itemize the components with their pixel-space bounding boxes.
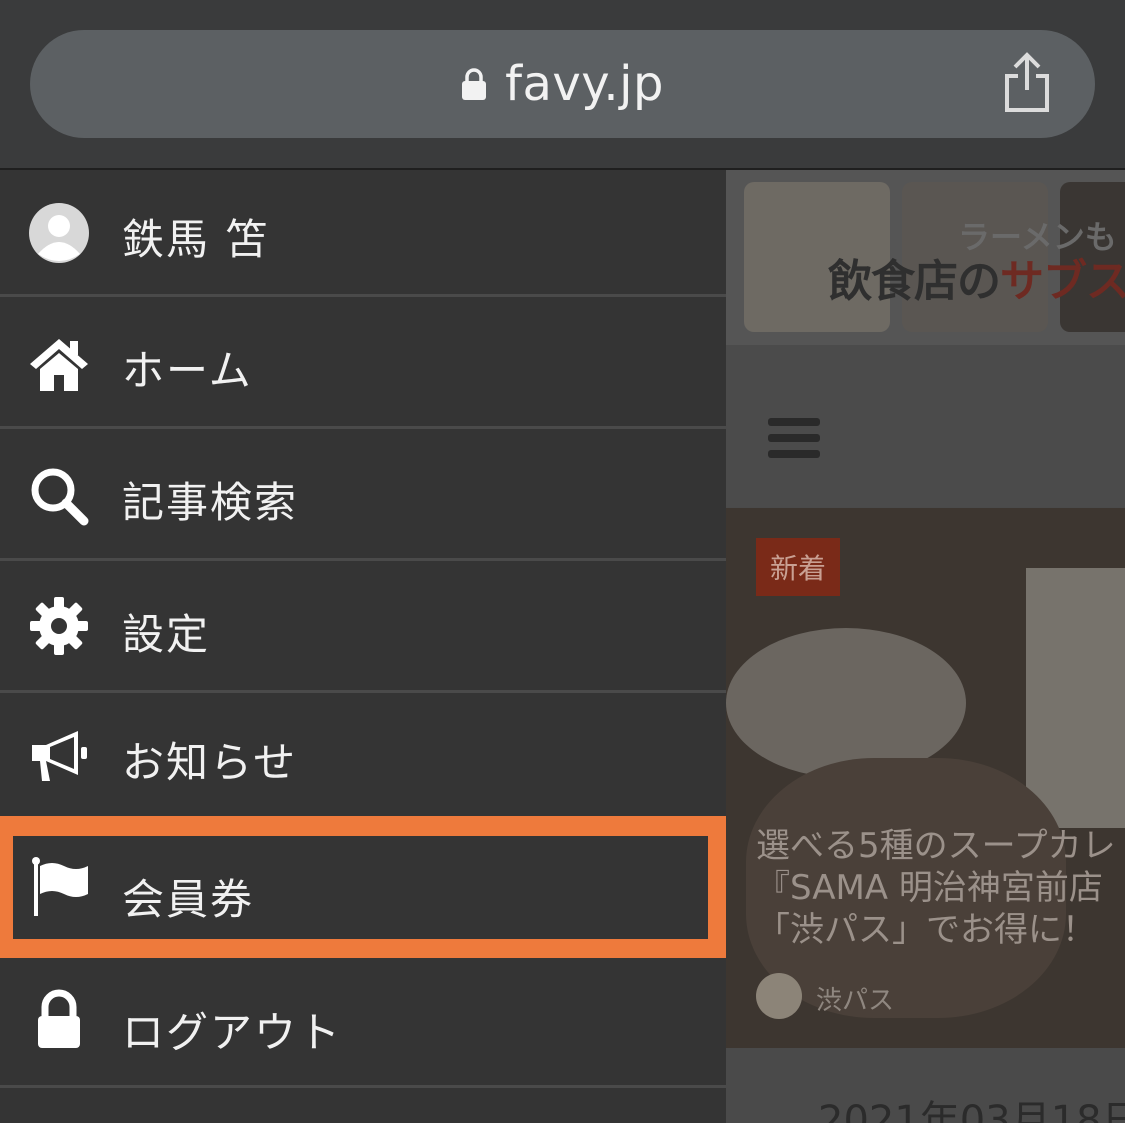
content-nav [726, 345, 1125, 507]
user-name: 鉄馬 笘 [122, 215, 270, 264]
menu-item-label: ホーム [122, 346, 253, 395]
author-name: 渋パス [816, 986, 895, 1016]
hamburger-icon[interactable] [768, 418, 820, 426]
avatar [29, 203, 89, 263]
article-title: 「渋パス」でお得に！ [756, 910, 1096, 950]
menu-item-membership[interactable]: 会員券 [0, 836, 726, 939]
gear-icon [30, 597, 88, 655]
article-card[interactable]: 新着 選べる5種のスープカレ 『SAMA 明治神宮前店 「渋パス」でお得に！ 渋… [726, 508, 1125, 1048]
author-avatar [756, 973, 802, 1019]
banner-title: 飲食店のサブス [828, 256, 1125, 307]
side-menu: 鉄馬 笘 ホーム 記事検索 設定 お知らせ 会員券 ログアウト [0, 170, 726, 1123]
address-bar[interactable]: favy.jp [30, 30, 1095, 138]
page-content-dimmed: ラーメンも 飲食店のサブス 新着 選べる5種のスープカレ 『SAMA 明治神宮前… [726, 170, 1125, 1123]
menu-item-notifications[interactable]: お知らせ [0, 693, 726, 816]
menu-user-profile[interactable]: 鉄馬 笘 [0, 170, 726, 295]
menu-item-label: 記事検索 [122, 478, 299, 527]
menu-item-logout[interactable]: ログアウト [0, 959, 726, 1085]
divider [0, 1085, 726, 1088]
menu-item-search[interactable]: 記事検索 [0, 429, 726, 559]
menu-item-label: ログアウト [122, 1008, 343, 1057]
menu-item-home[interactable]: ホーム [0, 297, 726, 427]
new-badge: 新着 [756, 538, 840, 596]
menu-item-label: 設定 [122, 610, 211, 659]
share-icon[interactable] [1001, 52, 1053, 114]
promo-banner[interactable]: ラーメンも 飲食店のサブス [726, 170, 1125, 345]
search-icon [31, 468, 89, 526]
megaphone-icon [32, 731, 87, 781]
food-image [726, 628, 966, 778]
url-text: favy.jp [505, 56, 664, 112]
menu-item-settings[interactable]: 設定 [0, 561, 726, 691]
home-icon [30, 339, 88, 391]
flag-icon [32, 857, 88, 916]
article-date: 2021年03月18日 [818, 1098, 1125, 1123]
lock-icon [38, 989, 80, 1048]
lock-icon [462, 68, 487, 100]
browser-toolbar: favy.jp [0, 0, 1125, 170]
menu-item-label: お知らせ [122, 738, 298, 787]
menu-item-label: 会員券 [122, 875, 255, 924]
